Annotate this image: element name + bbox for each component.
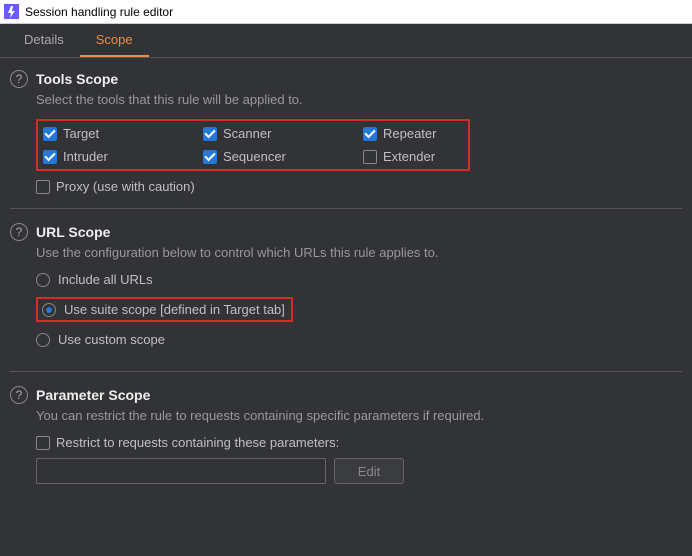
param-scope-title: Parameter Scope — [36, 387, 150, 403]
checkbox-restrict-params[interactable]: Restrict to requests containing these pa… — [36, 435, 682, 450]
checkbox-extender[interactable]: Extender — [363, 149, 463, 164]
section-parameter-scope: ? Parameter Scope You can restrict the r… — [10, 386, 682, 498]
section-url-scope: ? URL Scope Use the configuration below … — [10, 223, 682, 372]
checkbox-repeater[interactable]: Repeater — [363, 126, 463, 141]
checkbox-scanner[interactable]: Scanner — [203, 126, 363, 141]
radio-label[interactable]: Use suite scope [defined in Target tab] — [64, 302, 285, 317]
tools-scope-title: Tools Scope — [36, 71, 118, 87]
radio-label: Use custom scope — [58, 332, 165, 347]
checkbox-icon — [363, 127, 377, 141]
checkbox-sequencer[interactable]: Sequencer — [203, 149, 363, 164]
tab-scope[interactable]: Scope — [80, 24, 149, 57]
help-icon[interactable]: ? — [10, 386, 28, 404]
radio-label: Include all URLs — [58, 272, 153, 287]
checkbox-icon — [36, 436, 50, 450]
checkbox-icon — [203, 127, 217, 141]
tab-bar: Details Scope — [0, 24, 692, 58]
tools-scope-desc: Select the tools that this rule will be … — [36, 92, 682, 107]
app-icon — [4, 4, 19, 19]
checkbox-label: Intruder — [63, 149, 108, 164]
checkbox-target[interactable]: Target — [43, 126, 203, 141]
edit-button[interactable]: Edit — [334, 458, 404, 484]
radio-include-all-urls[interactable]: Include all URLs — [36, 272, 682, 287]
radio-icon — [36, 333, 50, 347]
help-icon[interactable]: ? — [10, 223, 28, 241]
checkbox-proxy[interactable]: Proxy (use with caution) — [36, 179, 682, 194]
checkbox-label: Sequencer — [223, 149, 286, 164]
param-scope-desc: You can restrict the rule to requests co… — [36, 408, 682, 423]
checkbox-icon — [43, 127, 57, 141]
checkbox-icon — [36, 180, 50, 194]
url-scope-title: URL Scope — [36, 224, 110, 240]
checkbox-icon — [203, 150, 217, 164]
tab-details[interactable]: Details — [8, 24, 80, 57]
tools-highlight-box: Target Scanner Repeater Intruder — [36, 119, 470, 171]
url-scope-desc: Use the configuration below to control w… — [36, 245, 682, 260]
window-titlebar: Session handling rule editor — [0, 0, 692, 24]
checkbox-label: Proxy (use with caution) — [56, 179, 195, 194]
checkbox-label: Extender — [383, 149, 435, 164]
checkbox-label: Target — [63, 126, 99, 141]
checkbox-intruder[interactable]: Intruder — [43, 149, 203, 164]
radio-suite-scope-highlight: Use suite scope [defined in Target tab] — [36, 297, 293, 322]
checkbox-label: Repeater — [383, 126, 436, 141]
help-icon[interactable]: ? — [10, 70, 28, 88]
param-input[interactable] — [36, 458, 326, 484]
section-tools-scope: ? Tools Scope Select the tools that this… — [10, 70, 682, 209]
radio-icon — [36, 273, 50, 287]
window-title: Session handling rule editor — [25, 5, 173, 19]
checkbox-icon — [43, 150, 57, 164]
checkbox-label: Scanner — [223, 126, 271, 141]
checkbox-label: Restrict to requests containing these pa… — [56, 435, 339, 450]
radio-icon[interactable] — [42, 303, 56, 317]
radio-custom-scope[interactable]: Use custom scope — [36, 332, 682, 347]
checkbox-icon — [363, 150, 377, 164]
